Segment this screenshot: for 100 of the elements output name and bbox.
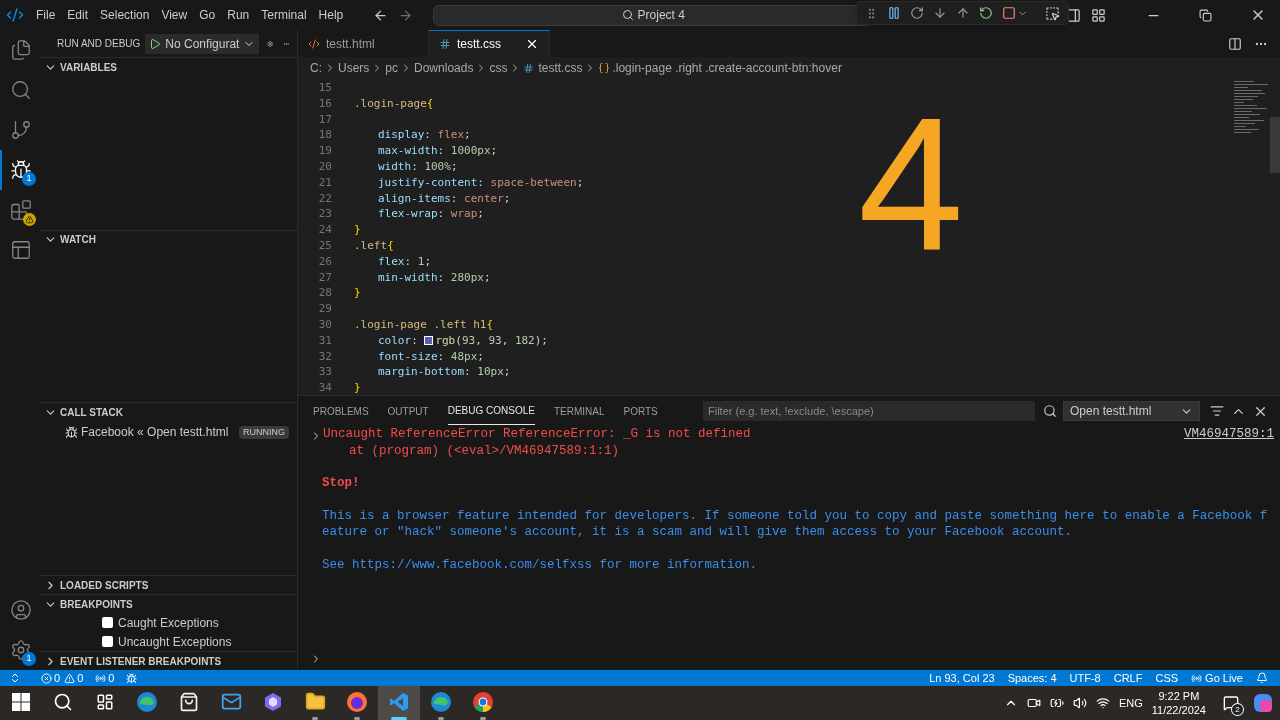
breadcrumb-item[interactable]: Downloads bbox=[414, 59, 474, 77]
menu-item[interactable]: Selection bbox=[94, 6, 156, 24]
panel-tab[interactable]: DEBUG CONSOLE bbox=[447, 397, 535, 425]
restart-icon[interactable] bbox=[979, 6, 993, 20]
stop-icon[interactable] bbox=[1002, 6, 1016, 20]
activity-item[interactable]: 1 bbox=[0, 630, 40, 670]
line-number: 32 bbox=[317, 348, 332, 365]
section-header[interactable]: BREAKPOINTS bbox=[40, 595, 297, 613]
clock[interactable]: 9:22 PM 11/22/2024 bbox=[1151, 689, 1206, 717]
menu-item[interactable]: Edit bbox=[61, 6, 95, 24]
line-number: 15 bbox=[317, 80, 332, 96]
browser-window-icon bbox=[10, 239, 32, 261]
call-stack-item[interactable]: Facebook « Open testt.html bbox=[81, 423, 239, 442]
section-header[interactable]: CALL STACK bbox=[40, 403, 297, 422]
status-item[interactable]: CRLF bbox=[1113, 669, 1143, 687]
line-number: 17 bbox=[317, 111, 332, 128]
clear-console-icon[interactable] bbox=[1210, 404, 1224, 418]
split-editor-icon[interactable] bbox=[1228, 36, 1242, 51]
sidebar-title: RUN AND DEBUG bbox=[57, 37, 141, 51]
shopping-bag-icon bbox=[179, 691, 199, 712]
browser-swirl-icon bbox=[430, 690, 452, 713]
play-icon bbox=[149, 37, 162, 50]
menu-item[interactable]: View bbox=[155, 6, 194, 24]
breadcrumb-item[interactable]: pc bbox=[385, 59, 399, 77]
pause-icon[interactable] bbox=[887, 6, 901, 20]
status-item[interactable]: CSS bbox=[1155, 669, 1179, 687]
line-number: 25 bbox=[317, 237, 332, 254]
line-number: 33 bbox=[317, 364, 332, 381]
line-number: 18 bbox=[317, 127, 332, 144]
section-header[interactable]: WATCH bbox=[40, 230, 297, 249]
menu-item[interactable]: Run bbox=[221, 6, 256, 24]
scrollbar-thumb bbox=[1270, 117, 1280, 173]
code-line: color: rgb(93, 93, 182); bbox=[378, 332, 548, 349]
panel-tab[interactable]: PROBLEMS bbox=[313, 397, 369, 425]
back-arrow-icon[interactable] bbox=[373, 7, 389, 23]
section-header[interactable]: EVENT LISTENER BREAKPOINTS bbox=[40, 652, 297, 670]
breadcrumb-item[interactable]: testt.css bbox=[538, 59, 583, 77]
line-number: 28 bbox=[317, 285, 332, 302]
panel-tab[interactable]: PORTS bbox=[623, 397, 658, 425]
app-logo-icon bbox=[6, 6, 24, 24]
configuration-dropdown[interactable]: No Configurat bbox=[145, 33, 260, 54]
line-number: 16 bbox=[317, 95, 332, 112]
notification-button[interactable]: 2 bbox=[1219, 691, 1243, 715]
ports-indicator[interactable]: 0 bbox=[95, 669, 115, 687]
inspect-icon[interactable] bbox=[1045, 5, 1060, 21]
wifi-icon[interactable] bbox=[1095, 696, 1110, 710]
step-out-icon[interactable] bbox=[956, 6, 970, 20]
section-header[interactable]: LOADED SCRIPTS bbox=[40, 576, 297, 594]
minimap-drawing bbox=[1234, 81, 1268, 133]
session-dropdown[interactable]: Open testt.html bbox=[1063, 401, 1200, 421]
menu-item[interactable]: Go bbox=[193, 6, 222, 24]
bug-icon[interactable] bbox=[126, 672, 138, 684]
panel-tab[interactable]: OUTPUT bbox=[387, 397, 429, 425]
status-item[interactable]: Spaces: 4 bbox=[1007, 669, 1057, 687]
hash-icon bbox=[523, 62, 535, 74]
search-icon bbox=[53, 691, 73, 712]
go-live-button[interactable]: Go Live bbox=[1191, 669, 1243, 687]
breadcrumb-item[interactable]: Users bbox=[338, 59, 370, 77]
breadcrumb-item[interactable]: C: bbox=[310, 59, 322, 77]
filter-field[interactable]: Filter (e.g. text, !exclude, \escape) bbox=[703, 401, 1035, 421]
panel-tab[interactable]: TERMINAL bbox=[553, 397, 605, 425]
forward-arrow-icon[interactable] bbox=[398, 7, 414, 23]
step-into-icon[interactable] bbox=[933, 6, 947, 20]
code-line: } bbox=[354, 285, 361, 302]
breadcrumb-item[interactable]: css bbox=[489, 59, 508, 77]
search-icon[interactable] bbox=[1043, 404, 1057, 418]
menu-item[interactable]: File bbox=[30, 6, 62, 24]
line-number: 22 bbox=[317, 190, 332, 207]
section-header[interactable]: VARIABLES bbox=[40, 58, 297, 76]
menu-item[interactable]: Help bbox=[312, 6, 350, 24]
code-line: max-width: 1000px; bbox=[378, 143, 498, 159]
secondary-sidebar-icon[interactable] bbox=[1066, 7, 1081, 23]
camera-icon[interactable] bbox=[1026, 696, 1041, 710]
language-indicator[interactable]: ENG bbox=[1118, 694, 1143, 712]
close-icon[interactable] bbox=[525, 37, 539, 51]
checkbox[interactable] bbox=[102, 617, 113, 628]
bell-icon[interactable] bbox=[1256, 672, 1268, 684]
status-item[interactable]: Ln 93, Col 23 bbox=[929, 669, 995, 687]
source-link[interactable]: VM46947589:1 bbox=[1184, 426, 1274, 459]
hash-icon bbox=[439, 38, 451, 50]
status-item[interactable]: UTF-8 bbox=[1069, 669, 1101, 687]
count-badge: 2 bbox=[1232, 704, 1243, 715]
warning-heading: Stop! bbox=[321, 475, 361, 492]
checkbox[interactable] bbox=[102, 636, 113, 647]
editor-tab[interactable]: testt.css bbox=[429, 30, 550, 57]
files-icon bbox=[10, 39, 32, 61]
problems-indicator[interactable]: 0 0 bbox=[41, 669, 84, 687]
restore-icon[interactable] bbox=[1199, 8, 1212, 22]
breadcrumb-item[interactable]: .login-page .right .create-account-btn:hover bbox=[612, 59, 842, 77]
code-line: font-size: 48px; bbox=[378, 348, 484, 365]
assistant-icon[interactable] bbox=[1252, 692, 1274, 714]
line-number: 24 bbox=[317, 222, 332, 238]
remote-icon[interactable] bbox=[9, 672, 21, 684]
speaker-icon[interactable] bbox=[1072, 696, 1087, 710]
menu-item[interactable]: Terminal bbox=[255, 6, 313, 24]
broadcast-icon bbox=[1191, 672, 1203, 684]
battery-icon[interactable] bbox=[1049, 696, 1064, 710]
layout-icon[interactable] bbox=[1091, 7, 1106, 23]
warning-icon bbox=[64, 672, 76, 684]
step-over-icon[interactable] bbox=[910, 6, 924, 20]
